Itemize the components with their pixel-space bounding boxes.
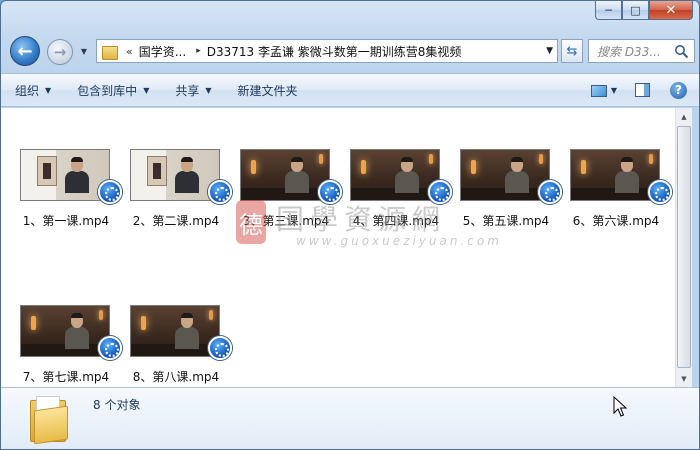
- media-player-icon: [208, 180, 232, 204]
- new-folder-label: 新建文件夹: [237, 83, 298, 98]
- refresh-button[interactable]: ⇆: [561, 39, 583, 63]
- share-label: 共享: [175, 83, 200, 98]
- folder-icon: [102, 44, 120, 60]
- chevron-down-icon: ▼: [45, 85, 52, 95]
- thumbnail-presenter: [395, 157, 419, 193]
- share-menu[interactable]: 共享 ▼: [162, 74, 224, 106]
- thumbnail-poster: [147, 156, 167, 186]
- video-thumbnail: [130, 149, 220, 201]
- file-item[interactable]: 6、第六课.mp4: [561, 149, 672, 239]
- breadcrumb-item-current[interactable]: D33713 李孟谦 紫微斗数第一期训练营8集视频: [207, 43, 462, 60]
- back-button[interactable]: ←: [10, 36, 40, 66]
- chevron-down-icon[interactable]: ▼: [611, 86, 617, 95]
- file-item[interactable]: 7、第七课.mp4: [11, 305, 122, 395]
- video-thumbnail: [570, 149, 660, 201]
- command-bar: 组织 ▼ 包含到库中 ▼ 共享 ▼ 新建文件夹 ▼ ?: [1, 73, 699, 107]
- media-player-icon: [428, 180, 452, 204]
- thumbnail-presenter: [615, 157, 639, 193]
- preview-pane-icon[interactable]: [635, 83, 650, 97]
- file-item[interactable]: 3、第三课.mp4: [231, 149, 342, 239]
- video-thumbnail: [240, 149, 330, 201]
- file-list-pane[interactable]: 1、第一课.mp4 2、第二课.mp4 3、第三课.mp4 4、第四课.mp4 …: [1, 108, 675, 387]
- file-name: 4、第四课.mp4: [352, 214, 440, 228]
- scroll-thumb[interactable]: [677, 126, 691, 368]
- minimize-button[interactable]: ─: [595, 1, 622, 20]
- thumbnail-presenter: [175, 157, 199, 193]
- maximize-button[interactable]: □: [622, 1, 649, 20]
- chevron-down-icon: ▼: [143, 85, 150, 95]
- folder-icon: [30, 396, 74, 445]
- video-thumbnail: [20, 149, 110, 201]
- file-item[interactable]: 5、第五课.mp4: [451, 149, 562, 239]
- scroll-down-button[interactable]: ▼: [676, 370, 692, 387]
- file-name: 3、第三课.mp4: [242, 214, 330, 228]
- media-player-icon: [208, 336, 232, 360]
- refresh-icon: ⇆: [566, 43, 578, 59]
- vertical-scrollbar[interactable]: ▲ ▼: [675, 108, 692, 387]
- item-count: 8 个对象: [93, 398, 141, 412]
- video-thumbnail: [460, 149, 550, 201]
- include-in-library-label: 包含到库中: [77, 83, 138, 98]
- explorer-window: ─ □ ✕ ← → ▼ « 国学资... ▸ D33713 李孟谦 紫微斗数第一…: [0, 0, 700, 450]
- recent-pages-button[interactable]: ▼: [79, 46, 89, 56]
- address-overflow-button[interactable]: «: [126, 45, 133, 58]
- media-player-icon: [98, 180, 122, 204]
- thumbnail-presenter: [65, 157, 89, 193]
- file-item[interactable]: 1、第一课.mp4: [11, 149, 122, 239]
- organize-menu[interactable]: 组织 ▼: [15, 74, 64, 106]
- thumbnail-poster: [37, 156, 57, 186]
- view-options-icon[interactable]: [590, 84, 607, 97]
- breadcrumb-item-parent[interactable]: 国学资...: [139, 43, 186, 60]
- file-name: 1、第一课.mp4: [22, 214, 110, 228]
- search-placeholder: 搜索 D33...: [597, 44, 661, 59]
- scroll-up-button[interactable]: ▲: [676, 108, 692, 125]
- video-thumbnail: [130, 305, 220, 357]
- mouse-cursor-icon: [613, 396, 627, 417]
- file-name: 7、第七课.mp4: [22, 370, 110, 384]
- navigation-bar: ← → ▼ « 国学资... ▸ D33713 李孟谦 紫微斗数第一期训练营8集…: [1, 32, 699, 68]
- organize-label: 组织: [15, 83, 40, 98]
- video-thumbnail: [20, 305, 110, 357]
- thumbnail-presenter: [505, 157, 529, 193]
- file-name: 5、第五课.mp4: [462, 214, 550, 228]
- file-name: 6、第六课.mp4: [572, 214, 660, 228]
- thumbnail-presenter: [285, 157, 309, 193]
- window-controls: ─ □ ✕: [595, 1, 693, 21]
- address-bar[interactable]: « 国学资... ▸ D33713 李孟谦 紫微斗数第一期训练营8集视频 ▼: [96, 39, 558, 63]
- file-name: 2、第二课.mp4: [132, 214, 220, 228]
- forward-button[interactable]: →: [47, 39, 73, 65]
- thumbnail-presenter: [65, 313, 89, 349]
- help-icon[interactable]: ?: [670, 81, 687, 99]
- chevron-down-icon: ▼: [80, 46, 88, 56]
- file-item[interactable]: 2、第二课.mp4: [121, 149, 232, 239]
- search-input[interactable]: 搜索 D33...: [588, 39, 695, 63]
- new-folder-button[interactable]: 新建文件夹: [225, 74, 311, 106]
- file-name: 8、第八课.mp4: [132, 370, 220, 384]
- chevron-down-icon: ▼: [205, 85, 212, 95]
- search-icon[interactable]: [674, 44, 689, 59]
- details-pane: 8 个对象: [1, 387, 699, 449]
- include-in-library-menu[interactable]: 包含到库中 ▼: [64, 74, 162, 106]
- close-button[interactable]: ✕: [649, 1, 693, 20]
- media-player-icon: [318, 180, 342, 204]
- file-item[interactable]: 4、第四课.mp4: [341, 149, 452, 239]
- command-bar-right: ▼ ?: [590, 74, 699, 106]
- back-arrow-icon: ←: [17, 40, 33, 62]
- media-player-icon: [538, 180, 562, 204]
- address-dropdown-icon[interactable]: ▼: [546, 46, 553, 56]
- breadcrumb-separator[interactable]: ▸: [196, 46, 201, 56]
- thumbnail-presenter: [175, 313, 199, 349]
- forward-arrow-icon: →: [53, 43, 67, 61]
- video-thumbnail: [350, 149, 440, 201]
- media-player-icon: [648, 180, 672, 204]
- media-player-icon: [98, 336, 122, 360]
- file-item[interactable]: 8、第八课.mp4: [121, 305, 232, 395]
